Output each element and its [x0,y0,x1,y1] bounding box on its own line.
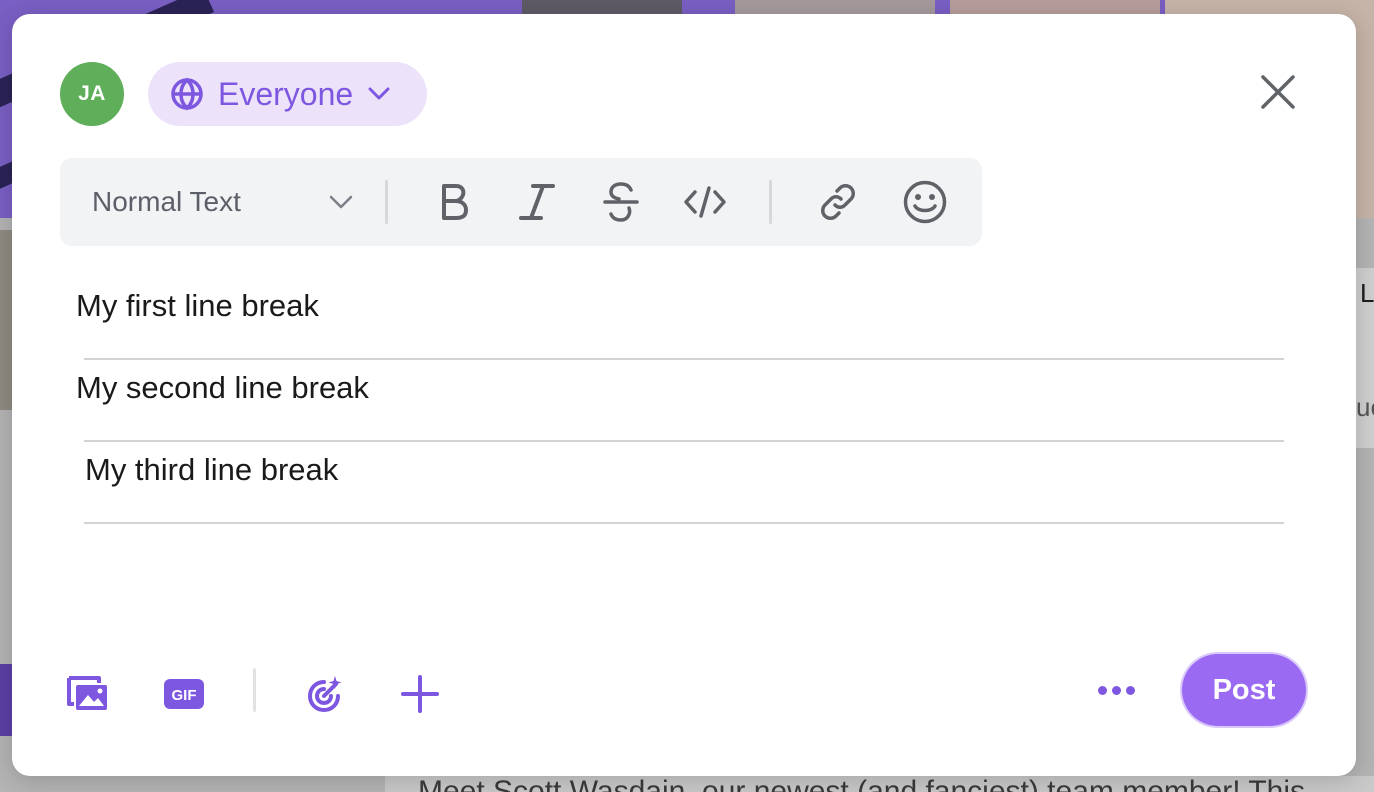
more-icon [1097,685,1107,695]
emoji-icon [903,180,947,224]
target-icon [307,676,342,713]
link-button[interactable] [814,178,862,226]
add-media-button[interactable] [62,668,114,720]
formatting-toolbar: Normal Text [60,158,982,246]
globe-icon [171,77,203,111]
text-style-label: Normal Text [92,186,241,217]
gif-icon: GIF [164,679,204,709]
bold-icon [442,184,468,220]
emoji-button[interactable] [901,178,949,226]
bg-chip [0,664,12,736]
more-icon [1111,685,1121,695]
toolbar-divider [385,180,388,224]
add-more-button[interactable] [394,668,446,720]
chevron-down-icon [368,87,390,100]
chevron-down-icon [329,195,353,209]
close-icon [1261,75,1295,109]
paragraph-text: My first line break [76,288,319,323]
bg-text: ue [1356,392,1374,422]
gif-label: GIF [172,687,197,704]
editor-paragraph[interactable]: My first line break [76,278,1284,360]
bold-button[interactable] [430,178,478,226]
media-icon [67,676,107,710]
bg-image [0,230,12,410]
text-style-select[interactable]: Normal Text [92,158,356,246]
close-button[interactable] [1256,70,1300,114]
link-icon [821,184,855,220]
editor-paragraph[interactable]: My third line break [84,442,1284,524]
paragraph-text: My third line break [85,452,339,487]
post-button[interactable]: Post [1182,654,1306,726]
post-composer-modal: JA Everyone Normal Text My first line br… [12,14,1356,776]
more-icon [1125,685,1135,695]
more-options-button[interactable] [1090,672,1142,708]
strikethrough-icon [603,182,639,222]
plus-icon [401,675,439,713]
audience-label: Everyone [218,75,354,112]
paragraph-text: My second line break [76,370,369,405]
code-icon [684,186,726,218]
avatar: JA [60,62,124,126]
add-target-button[interactable] [298,668,350,720]
add-gif-button[interactable]: GIF [158,668,210,720]
audience-selector[interactable]: Everyone [148,62,427,126]
italic-button[interactable] [513,178,561,226]
strikethrough-button[interactable] [597,178,645,226]
bg-text: L [1360,278,1374,308]
toolbar-divider [769,180,772,224]
code-button[interactable] [681,178,729,226]
editor-paragraph[interactable]: My second line break [76,360,1284,442]
action-divider [253,668,256,712]
bg-post-text: Meet Scott Wasdain, our newest (and fanc… [418,775,1306,792]
italic-icon [519,184,555,220]
